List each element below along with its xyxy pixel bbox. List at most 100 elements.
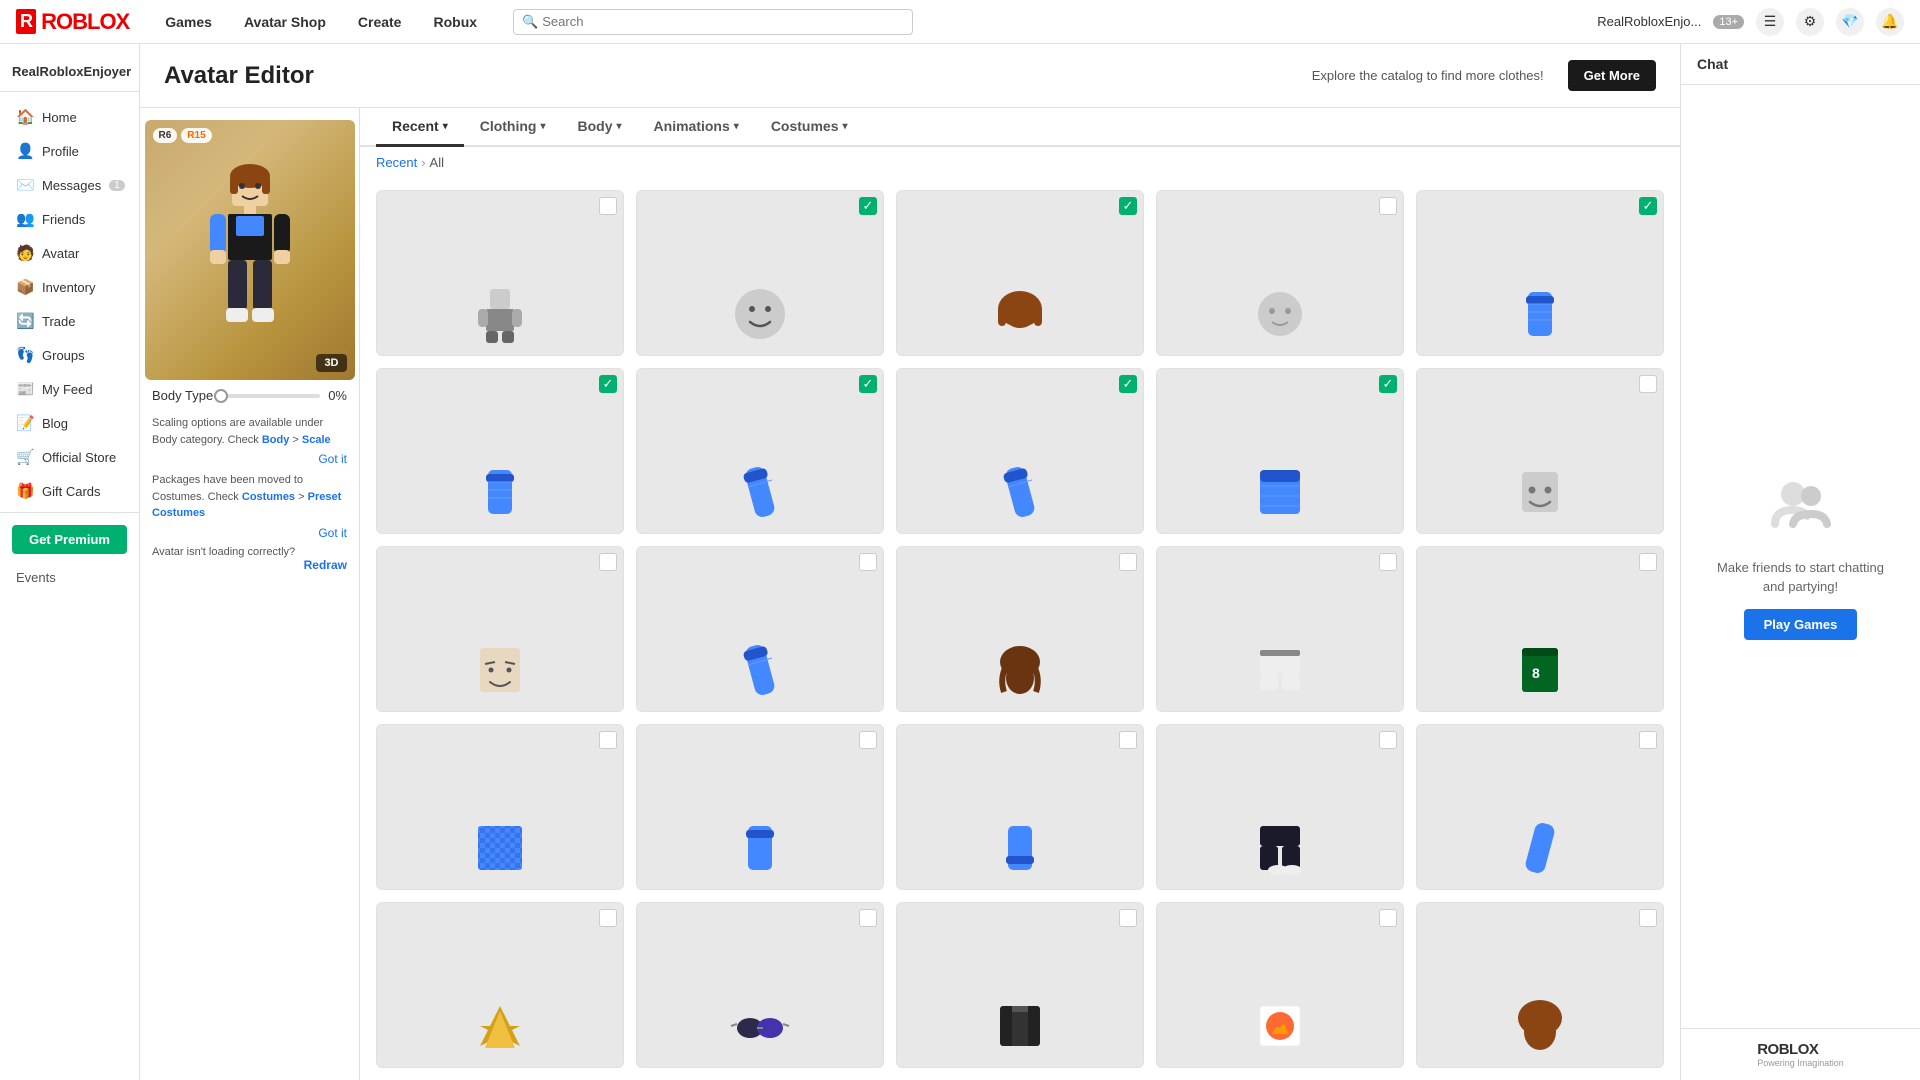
r15-badge: R15 — [181, 128, 211, 143]
sidebar-label-events: Events — [16, 570, 56, 585]
r6-badge: R6 — [153, 128, 178, 143]
sidebar-item-home[interactable]: 🏠 Home — [0, 100, 139, 134]
item-card[interactable] — [636, 902, 884, 1068]
nav-games[interactable]: Games — [153, 10, 224, 34]
scale-link[interactable]: Scale — [302, 434, 331, 446]
item-card[interactable] — [1156, 902, 1404, 1068]
tab-animations[interactable]: Animations ▾ — [638, 108, 755, 147]
tab-clothing[interactable]: Clothing ▾ — [464, 108, 562, 147]
nav-avatar-shop[interactable]: Avatar Shop — [232, 10, 338, 34]
body-type-pct: 0% — [328, 388, 347, 403]
item-card[interactable]: ✓Man Left Leg — [376, 368, 624, 534]
home-icon: 🏠 — [16, 108, 34, 126]
item-card[interactable]: ROBLOX Boy Left Arm — [1416, 724, 1664, 890]
tab-recent[interactable]: Recent ▾ — [376, 108, 464, 147]
item-card[interactable]: ROBLOX Boy Left Leg — [896, 724, 1144, 890]
item-check — [1639, 375, 1657, 393]
get-more-button[interactable]: Get More — [1568, 60, 1656, 91]
item-image — [1417, 369, 1663, 534]
item-image: ✓ — [897, 191, 1143, 356]
chat-body: Make friends to start chatting and party… — [1681, 85, 1920, 1028]
sidebar-item-groups[interactable]: 👣 Groups — [0, 338, 139, 372]
item-image: ✓ — [1417, 191, 1663, 356]
tab-body[interactable]: Body ▾ — [562, 108, 638, 147]
item-check — [599, 909, 617, 927]
item-check — [599, 553, 617, 571]
item-card[interactable]: ✓Man Left Arm — [636, 368, 884, 534]
sidebar-item-trade[interactable]: 🔄 Trade — [0, 304, 139, 338]
item-card[interactable]: ✓Man Right Arm — [896, 368, 1144, 534]
item-check: ✓ — [1119, 375, 1137, 393]
tab-costumes[interactable]: Costumes ▾ — [755, 108, 864, 147]
items-tabs: Recent ▾ Clothing ▾ Body ▾ Animations ▾ … — [360, 108, 1680, 147]
sidebar-item-myfeed[interactable]: 📰 My Feed — [0, 372, 139, 406]
item-image — [897, 725, 1143, 890]
body-link[interactable]: Body — [262, 434, 290, 446]
robux-icon-nav[interactable]: 💎 — [1836, 8, 1864, 36]
sidebar-item-friends[interactable]: 👥 Friends — [0, 202, 139, 236]
editor-title: Avatar Editor — [164, 62, 314, 90]
item-check — [1639, 731, 1657, 749]
item-check — [1379, 731, 1397, 749]
play-games-button[interactable]: Play Games — [1744, 609, 1858, 640]
nav-robux[interactable]: Robux — [421, 10, 489, 34]
sidebar-label-gift: Gift Cards — [42, 484, 101, 499]
chat-icon-nav[interactable]: ☰ — [1756, 8, 1784, 36]
item-card[interactable]: Man Head — [1416, 368, 1664, 534]
item-card[interactable]: ROBLOX Boy Right Leg — [636, 724, 884, 890]
sidebar-label-groups: Groups — [42, 348, 85, 363]
chat-message: Make friends to start chatting and party… — [1705, 558, 1896, 597]
search-input[interactable] — [542, 14, 904, 29]
item-card[interactable]: Brown Hair — [896, 546, 1144, 712]
item-card[interactable] — [1416, 902, 1664, 1068]
item-image: ✓ — [637, 369, 883, 534]
item-card[interactable]: ✓Man Torso — [1156, 368, 1404, 534]
item-card[interactable]: ROBLOX Boy Torso — [376, 724, 624, 890]
item-card[interactable]: Roundy — [1156, 190, 1404, 356]
item-image — [377, 191, 623, 356]
costumes-link[interactable]: Costumes — [242, 491, 295, 503]
item-card[interactable]: Jean Shorts with White — [1156, 546, 1404, 712]
blog-icon: 📝 — [16, 414, 34, 432]
item-image — [1157, 903, 1403, 1068]
sidebar-item-gift-cards[interactable]: 🎁 Gift Cards — [0, 474, 139, 508]
messages-icon: ✉️ — [16, 176, 34, 194]
item-card[interactable]: ROBLOX Boy Right Arm — [636, 546, 884, 712]
item-card[interactable]: 8Green Jersey — [1416, 546, 1664, 712]
nav-create[interactable]: Create — [346, 10, 414, 34]
sidebar-item-official-store[interactable]: 🛒 Official Store — [0, 440, 139, 474]
got-it-2[interactable]: Got it — [152, 524, 347, 542]
sidebar-item-inventory[interactable]: 📦 Inventory — [0, 270, 139, 304]
sidebar-label-avatar: Avatar — [42, 246, 79, 261]
item-check: ✓ — [859, 375, 877, 393]
item-check: ✓ — [1639, 197, 1657, 215]
got-it-1[interactable]: Got it — [152, 450, 347, 468]
item-card[interactable]: Black Jeans with Sneakers — [1156, 724, 1404, 890]
sidebar-item-events[interactable]: Events — [0, 562, 139, 593]
search-bar[interactable]: 🔍 — [513, 9, 913, 35]
item-check — [1379, 553, 1397, 571]
item-card[interactable] — [376, 902, 624, 1068]
sidebar-item-profile[interactable]: 👤 Profile — [0, 134, 139, 168]
item-card[interactable]: ✓Pal Hair — [896, 190, 1144, 356]
settings-icon-nav[interactable]: ⚙ — [1796, 8, 1824, 36]
item-card[interactable] — [896, 902, 1144, 1068]
item-image — [377, 725, 623, 890]
editor-body: R6 R15 — [140, 108, 1680, 1080]
item-check — [1379, 197, 1397, 215]
item-card[interactable]: ✓Smile — [636, 190, 884, 356]
redraw-link[interactable]: Redraw — [152, 558, 347, 572]
item-card[interactable]: ✓Man Right Leg — [1416, 190, 1664, 356]
item-card[interactable]: Man — [376, 190, 624, 356]
sidebar-item-avatar[interactable]: 🧑 Avatar — [0, 236, 139, 270]
item-card[interactable]: Man Face — [376, 546, 624, 712]
item-check: ✓ — [1119, 197, 1137, 215]
breadcrumb-recent[interactable]: Recent — [376, 155, 417, 170]
sidebar-label-friends: Friends — [42, 212, 85, 227]
sidebar-item-messages[interactable]: ✉️ Messages 1 — [0, 168, 139, 202]
get-premium-button[interactable]: Get Premium — [12, 525, 127, 554]
notifications-icon-nav[interactable]: 🔔 — [1876, 8, 1904, 36]
sidebar-item-blog[interactable]: 📝 Blog — [0, 406, 139, 440]
item-image — [1157, 725, 1403, 890]
3d-button[interactable]: 3D — [316, 354, 346, 372]
